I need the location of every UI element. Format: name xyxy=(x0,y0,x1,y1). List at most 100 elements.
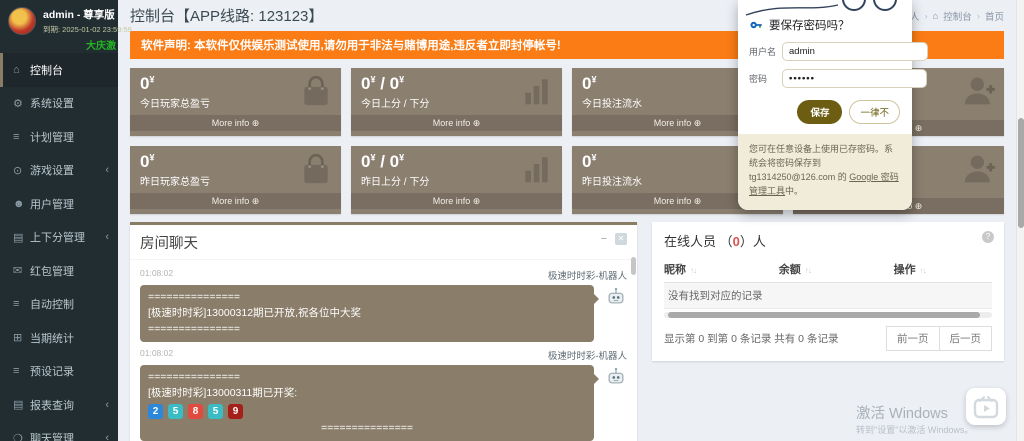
sidebar-user-panel: admin - 尊享版 到期: 2025-01-02 23:59:59 xyxy=(0,0,118,37)
user-expiry: 到期: 2025-01-02 23:59:59 xyxy=(43,24,132,35)
ledger-icon: ▤ xyxy=(13,231,30,244)
sidebar-item-2[interactable]: ≡计划管理 xyxy=(0,120,118,154)
stat-value: 0¥ xyxy=(130,146,341,172)
page-scrollbar[interactable] xyxy=(1016,0,1024,441)
users-icon: ☻ xyxy=(13,198,30,210)
gear-icon: ⚙ xyxy=(13,97,30,110)
sidebar-item-label: 用户管理 xyxy=(30,196,74,212)
robot-avatar xyxy=(605,285,627,307)
sort-icon[interactable]: ↑↓ xyxy=(920,266,926,275)
sidebar-item-1[interactable]: ⚙系统设置 xyxy=(0,87,118,121)
sidebar-item-9[interactable]: ≡预设记录 xyxy=(0,355,118,389)
username-label: 用户名 xyxy=(749,45,782,58)
sidebar-item-0[interactable]: ⌂控制台 xyxy=(0,53,118,87)
more-info-link[interactable]: More info ⊕ xyxy=(351,115,562,131)
lottery-ball: 5 xyxy=(168,404,183,419)
stat-label: 今日上分 / 下分 xyxy=(351,94,562,115)
message-meta: 01:08:02 极速时时彩-机器人 xyxy=(140,268,627,282)
next-page-button[interactable]: 后一页 xyxy=(939,326,993,351)
online-count: 0 xyxy=(733,234,740,249)
sidebar-item-3[interactable]: ⊙游戏设置‹ xyxy=(0,154,118,188)
page-title: 控制台【APP线路: 123123】 xyxy=(130,8,323,25)
sidebar-item-label: 系统设置 xyxy=(30,95,74,111)
sidebar-item-8[interactable]: ⊞当期统计 xyxy=(0,321,118,355)
stat-box-0: 0¥今日玩家总盈亏More info ⊕ xyxy=(130,68,341,136)
sort-icon[interactable]: ↑↓ xyxy=(690,266,696,275)
message-sender: 极速时时彩-机器人 xyxy=(548,268,627,282)
breadcrumb-console[interactable]: 控制台 xyxy=(943,9,972,23)
sidebar-item-5[interactable]: ▤上下分管理 ‹ xyxy=(0,221,118,255)
close-icon[interactable]: ✕ xyxy=(615,233,627,245)
sidebar-item-label: 当期统计 xyxy=(30,330,74,346)
breadcrumb-separator: › xyxy=(924,11,927,22)
online-record-summary: 显示第 0 到第 0 条记录 共有 0 条记录 xyxy=(664,331,838,346)
chevron-left-icon: ‹ xyxy=(105,399,109,411)
page-scrollbar-thumb[interactable] xyxy=(1018,118,1024,228)
message-time: 01:08:02 xyxy=(140,268,173,282)
sort-icon[interactable]: ↑↓ xyxy=(805,266,811,275)
sidebar-item-7[interactable]: ≡自动控制 xyxy=(0,288,118,322)
sidebar-item-label: 预设记录 xyxy=(30,363,74,379)
sidebar-item-6[interactable]: ✉红包管理 xyxy=(0,254,118,288)
sidebar-menu: ⌂控制台⚙系统设置≡计划管理⊙游戏设置‹☻用户管理▤上下分管理‹✉红包管理≡自动… xyxy=(0,53,118,441)
password-field[interactable] xyxy=(782,69,927,88)
stat-box-1: 0¥ / 0¥今日上分 / 下分More info ⊕ xyxy=(351,68,562,136)
sidebar-item-label: 聊天管理 xyxy=(30,430,74,441)
online-column-1[interactable]: 余额↑↓ xyxy=(779,261,894,277)
lottery-ball: 2 xyxy=(148,404,163,419)
sidebar-item-11[interactable]: ❍聊天管理‹ xyxy=(0,422,118,441)
video-float-button[interactable] xyxy=(966,388,1006,425)
chat-message-1: ===============[极速时时彩]13000311期已开奖:25859… xyxy=(140,365,627,441)
sidebar-item-4[interactable]: ☻用户管理 xyxy=(0,187,118,221)
cart-icon: ⊞ xyxy=(13,331,30,344)
message-meta: 01:08:02极速时时彩-机器人 xyxy=(140,348,627,362)
robot-avatar xyxy=(605,365,627,387)
more-info-link[interactable]: More info ⊕ xyxy=(351,193,562,209)
user-avatar xyxy=(8,7,36,35)
save-password-dialog: 要保存密码吗？ 用户名 密码 保存 一律不 您可在任意设备上使用已存密码。系统会… xyxy=(738,0,912,210)
chevron-left-icon: ‹ xyxy=(105,231,109,243)
dashboard-icon: ⌂ xyxy=(13,64,30,76)
stat-box-5: 0¥ / 0¥昨日上分 / 下分More info ⊕ xyxy=(351,146,562,214)
sidebar-item-label: 报表查询 xyxy=(30,397,74,413)
envelope-icon: ✉ xyxy=(13,264,30,277)
message-line: =============== xyxy=(148,370,586,386)
list-icon: ≡ xyxy=(13,298,30,310)
username-field[interactable] xyxy=(782,42,928,61)
chat-scrollbar[interactable] xyxy=(631,257,636,275)
stat-value: 0¥ xyxy=(130,68,341,94)
message-line: =============== xyxy=(148,421,586,437)
help-icon[interactable]: ? xyxy=(982,231,994,243)
list-icon: ≡ xyxy=(13,131,30,143)
breadcrumb-separator: › xyxy=(977,11,980,22)
chevron-left-icon: ‹ xyxy=(105,432,109,441)
lottery-result-balls: 25859 xyxy=(148,404,586,420)
never-button[interactable]: 一律不 xyxy=(849,100,900,124)
sidebar-item-label: 计划管理 xyxy=(30,129,74,145)
records-icon: ≡ xyxy=(13,365,30,377)
sidebar-item-label: 游戏设置 xyxy=(30,162,74,178)
minimize-icon[interactable]: − xyxy=(601,233,607,245)
sidebar-item-10[interactable]: ▤报表查询‹ xyxy=(0,388,118,422)
message-sender: 极速时时彩-机器人 xyxy=(548,348,627,362)
more-info-link[interactable]: More info ⊕ xyxy=(130,115,341,131)
room-chat-panel: 房间聊天 − ✕ 01:08:02极速时时彩-机器人==============… xyxy=(130,222,637,441)
sidebar-item-label: 上下分管理 xyxy=(30,229,85,245)
message-bubble: ===============[极速时时彩]13000312期已开放,祝各位中大… xyxy=(140,285,594,342)
message-line: [极速时时彩]13000311期已开奖: xyxy=(148,386,586,402)
chat-message-list: 01:08:02极速时时彩-机器人===============[极速时时彩]1… xyxy=(130,260,637,441)
user-name: admin - 尊享版 xyxy=(43,7,132,22)
more-info-link[interactable]: More info ⊕ xyxy=(130,193,341,209)
online-column-0[interactable]: 昵称↑↓ xyxy=(664,261,779,277)
message-line: =============== xyxy=(148,290,586,306)
prev-page-button[interactable]: 前一页 xyxy=(886,326,940,351)
online-column-2[interactable]: 操作↑↓ xyxy=(894,261,992,277)
breadcrumb-home[interactable]: 首页 xyxy=(985,9,1004,23)
lottery-ball: 9 xyxy=(228,404,243,419)
announcement-marquee: 大庆激 xyxy=(0,37,118,51)
password-label: 密码 xyxy=(749,72,782,85)
online-hscrollbar[interactable] xyxy=(664,312,992,318)
save-button[interactable]: 保存 xyxy=(797,100,842,124)
doodle-circles xyxy=(738,0,912,17)
chevron-left-icon: ‹ xyxy=(105,164,109,176)
